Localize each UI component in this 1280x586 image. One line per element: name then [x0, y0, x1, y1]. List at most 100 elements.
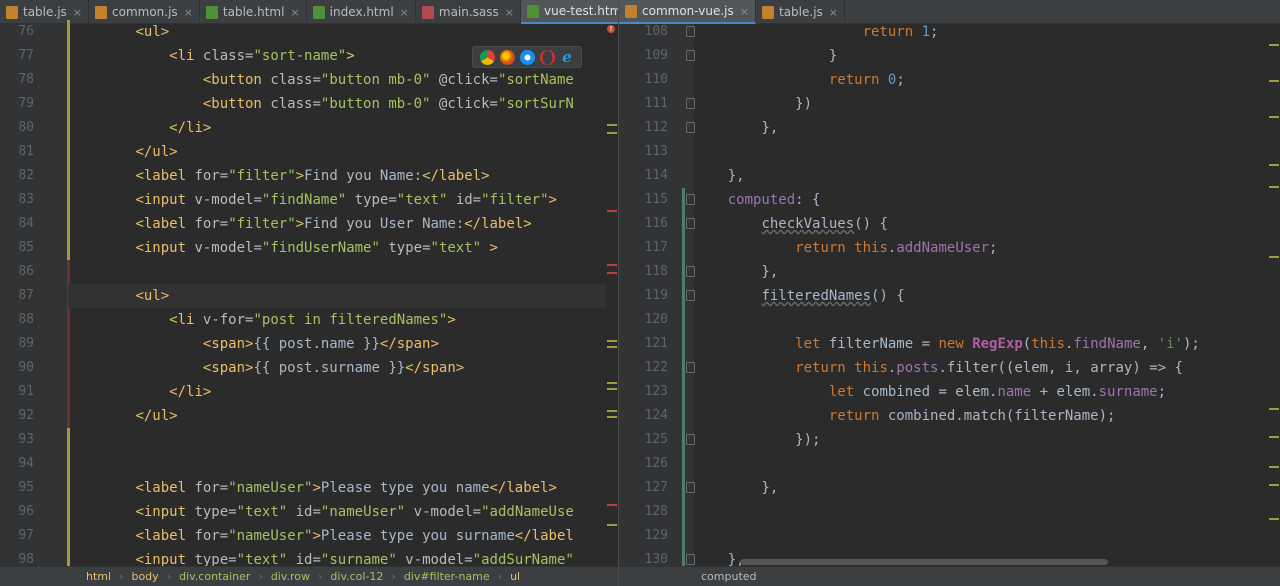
line-number[interactable]: 112	[619, 116, 695, 140]
line-number[interactable]: 83	[0, 188, 68, 212]
line-number[interactable]: 114	[619, 164, 694, 188]
line-number-text: 109	[644, 48, 668, 63]
warning-marker[interactable]	[607, 382, 617, 384]
vcs-change-marker[interactable]	[682, 188, 685, 572]
line-number[interactable]: 88	[0, 308, 68, 332]
breadcrumb-item[interactable]: body	[131, 570, 158, 583]
close-tab-icon[interactable]: ×	[740, 5, 749, 18]
line-number[interactable]: 86	[0, 260, 68, 284]
breadcrumb-item[interactable]: div#filter-name	[404, 570, 490, 583]
close-tab-icon[interactable]: ×	[829, 6, 838, 19]
line-number[interactable]: 94	[0, 452, 68, 476]
warning-marker[interactable]	[1269, 80, 1279, 82]
tab-table-js[interactable]: table.js ×	[756, 0, 845, 24]
warning-marker[interactable]	[607, 524, 617, 526]
line-number[interactable]: 92	[0, 404, 68, 428]
line-number[interactable]: 90	[0, 356, 68, 380]
line-number[interactable]: 87	[0, 284, 68, 308]
line-number[interactable]: 81	[0, 140, 68, 164]
error-indicator-icon[interactable]: !	[607, 25, 615, 33]
ie-icon[interactable]: e	[559, 49, 575, 65]
error-marker[interactable]	[607, 264, 617, 266]
left-code-editor[interactable]: <ul> <li class="sort-name"> <button clas…	[68, 24, 606, 566]
breadcrumb-item[interactable]: ul	[510, 570, 520, 583]
breadcrumb-item[interactable]: div.row	[271, 570, 310, 583]
line-number[interactable]: 110	[619, 68, 694, 92]
warning-marker[interactable]	[1269, 484, 1279, 486]
breadcrumb-item[interactable]: computed	[701, 570, 757, 583]
warning-marker[interactable]	[1269, 164, 1279, 166]
warning-marker[interactable]	[607, 388, 617, 390]
warning-marker[interactable]	[1269, 256, 1279, 258]
warning-marker[interactable]	[1269, 466, 1279, 468]
code-text: <input type="text" id="surname" v-model=…	[135, 552, 574, 566]
warning-marker[interactable]	[607, 340, 617, 342]
close-tab-icon[interactable]: ×	[400, 6, 409, 19]
line-number[interactable]: 97	[0, 524, 68, 548]
error-marker[interactable]	[607, 504, 617, 506]
breadcrumb-item[interactable]: html	[86, 570, 111, 583]
tab-index-html[interactable]: index.html ×	[307, 0, 416, 24]
line-number-text: 82	[18, 168, 34, 183]
line-number[interactable]: 76	[0, 20, 68, 44]
close-tab-icon[interactable]: ×	[290, 6, 299, 19]
close-tab-icon[interactable]: ×	[184, 6, 193, 19]
safari-icon[interactable]	[519, 49, 535, 65]
line-number-text: 112	[644, 120, 668, 135]
opera-icon[interactable]	[539, 49, 555, 65]
warning-marker[interactable]	[1269, 44, 1279, 46]
code-text: return combined.match(filterName);	[828, 408, 1116, 424]
error-marker[interactable]	[607, 210, 617, 212]
warning-marker[interactable]	[607, 346, 617, 348]
breadcrumb-item[interactable]: div.col-12	[330, 570, 383, 583]
line-number[interactable]: 79	[0, 92, 68, 116]
right-code-editor[interactable]: return 1; } return 0; }) }, }, computed:…	[694, 24, 1270, 566]
right-gutter: 108 109 110 111 112 113 114 115 116 117 118 119 120 1…	[619, 24, 695, 572]
line-number[interactable]: 82	[0, 164, 68, 188]
code-text: <li v-for="post in filteredNames">	[169, 312, 456, 328]
line-number[interactable]: 108	[619, 20, 695, 44]
horizontal-scrollbar[interactable]	[740, 559, 1108, 565]
warning-marker[interactable]	[1269, 518, 1279, 520]
line-number[interactable]: 111	[619, 92, 695, 116]
line-number[interactable]: 96	[0, 500, 68, 524]
line-number[interactable]: 77	[0, 44, 68, 68]
warning-marker[interactable]	[607, 124, 617, 126]
line-number[interactable]: 93	[0, 428, 68, 452]
tab-common-js[interactable]: common.js ×	[89, 0, 200, 24]
tab-vue-test-html[interactable]: vue-test.html×	[521, 0, 618, 24]
vue-file-icon	[527, 4, 539, 18]
right-error-stripe[interactable]	[1269, 24, 1280, 566]
warning-marker[interactable]	[607, 132, 617, 134]
warning-marker[interactable]	[1269, 436, 1279, 438]
line-number-text: 118	[644, 264, 668, 279]
error-marker[interactable]	[607, 272, 617, 274]
line-number[interactable]: 109	[619, 44, 695, 68]
warning-marker[interactable]	[607, 410, 617, 412]
code-line[interactable]: <ul>	[68, 284, 606, 308]
line-number[interactable]: 84	[0, 212, 68, 236]
line-number[interactable]: 95	[0, 476, 68, 500]
warning-marker[interactable]	[1269, 116, 1279, 118]
line-number-text: 96	[18, 504, 34, 519]
tab-table-html[interactable]: table.html ×	[200, 0, 307, 24]
breadcrumb-item[interactable]: div.container	[179, 570, 250, 583]
line-number[interactable]: 89	[0, 332, 68, 356]
code-text: <span>{{ post.name }}</span>	[202, 336, 439, 352]
warning-marker[interactable]	[1269, 408, 1279, 410]
line-number[interactable]: 78	[0, 68, 68, 92]
tab-main-sass[interactable]: main.sass ×	[416, 0, 521, 24]
line-number[interactable]: 85	[0, 236, 68, 260]
close-tab-icon[interactable]: ×	[73, 6, 82, 19]
left-error-stripe[interactable]	[606, 24, 618, 566]
line-number[interactable]: 113	[619, 140, 694, 164]
line-number-text: 98	[18, 552, 34, 567]
code-text: })	[694, 96, 813, 112]
close-tab-icon[interactable]: ×	[505, 6, 514, 19]
line-number[interactable]: 80	[0, 116, 68, 140]
chrome-icon[interactable]	[479, 49, 495, 65]
firefox-icon[interactable]	[499, 49, 515, 65]
warning-marker[interactable]	[607, 416, 617, 418]
warning-marker[interactable]	[1269, 186, 1279, 188]
line-number[interactable]: 91	[0, 380, 68, 404]
